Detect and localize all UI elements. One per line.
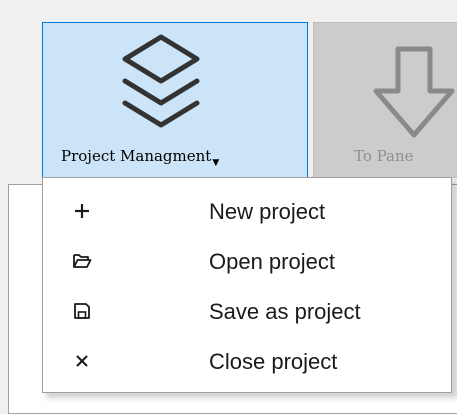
to-panel-button[interactable]: To Pane [313, 22, 457, 178]
menu-item-close-project[interactable]: Close project [43, 338, 451, 388]
menu-item-new-project[interactable]: New project [43, 188, 451, 238]
arrow-down-icon [373, 46, 455, 138]
menu-item-label: Open project [209, 249, 335, 274]
save-icon [71, 300, 93, 322]
ribbon-toolbar: Project Managment▼ To Pane [0, 0, 457, 180]
menu-item-label: New project [209, 199, 326, 224]
menu-item-save-as-project[interactable]: Save as project [43, 288, 451, 338]
to-panel-label: To Pane [354, 147, 414, 165]
folder-open-icon [71, 250, 93, 272]
plus-icon [71, 200, 93, 222]
menu-item-open-project[interactable]: Open project [43, 238, 451, 288]
layers-icon [122, 34, 200, 128]
menu-item-label: Save as project [209, 299, 361, 324]
dropdown-arrow-icon: ▼ [212, 158, 220, 168]
project-dropdown-menu: New project Open project Save as project [42, 177, 452, 393]
project-management-button[interactable]: Project Managment▼ [42, 22, 308, 178]
menu-item-label: Close project [209, 349, 338, 374]
project-management-label: Project Managment▼ [61, 147, 220, 168]
close-icon [71, 350, 93, 372]
